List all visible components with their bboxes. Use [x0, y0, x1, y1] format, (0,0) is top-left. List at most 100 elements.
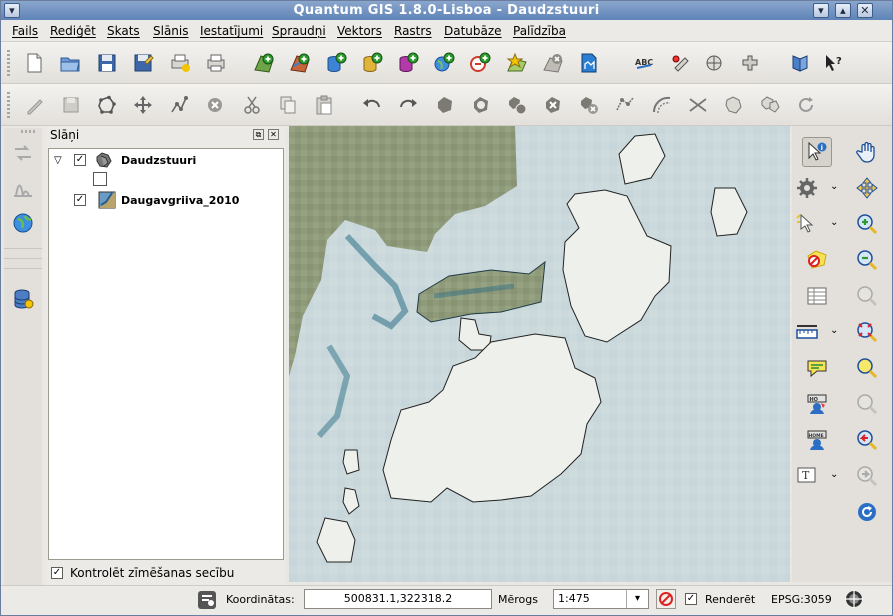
menu-slanis[interactable]: Slānis	[153, 24, 189, 38]
menu-rediget[interactable]: Rediģēt	[50, 24, 96, 38]
refresh-icon[interactable]	[852, 497, 882, 527]
measure-line-icon[interactable]	[792, 317, 822, 347]
select-dropdown-icon[interactable]: ⌄	[830, 217, 838, 228]
render-checkbox[interactable]: ✓	[685, 593, 697, 605]
add-vector-layer-icon[interactable]	[251, 50, 277, 76]
histogram-icon[interactable]	[8, 173, 38, 203]
layer-group-row[interactable]: ▽ ✓ Daudzstuuri	[49, 150, 283, 170]
annotation-dropdown-icon[interactable]: ⌄	[830, 469, 838, 480]
paste-features-icon[interactable]	[311, 92, 337, 118]
close-panel-icon[interactable]: ✕	[268, 129, 279, 140]
deselect-all-icon[interactable]	[802, 245, 832, 275]
select-features-icon[interactable]	[792, 209, 822, 239]
add-spatialite-layer-icon[interactable]	[359, 50, 385, 76]
zoom-back-icon[interactable]	[852, 425, 882, 455]
print-composer-new-icon[interactable]	[167, 50, 193, 76]
open-project-icon[interactable]	[57, 50, 83, 76]
whats-this-icon[interactable]: ?	[821, 50, 847, 76]
layer-checkbox[interactable]: ✓	[74, 194, 86, 206]
menu-iestatijumi[interactable]: Iestatījumi	[200, 24, 263, 38]
text-annotation-icon[interactable]: T	[792, 461, 822, 491]
gps-tool-icon[interactable]	[667, 50, 693, 76]
menu-spraudni[interactable]: Spraudņi	[272, 24, 326, 38]
redo-icon[interactable]	[395, 92, 421, 118]
add-wms-layer-icon[interactable]	[431, 50, 457, 76]
plugin-manager-icon[interactable]	[737, 50, 763, 76]
toolbar-grip[interactable]	[7, 92, 10, 118]
pan-map-icon[interactable]	[852, 137, 882, 167]
menu-vektors[interactable]: Vektors	[337, 24, 382, 38]
new-shapefile-icon[interactable]	[576, 50, 602, 76]
menu-datubaze[interactable]: Datubāze	[444, 24, 502, 38]
zoom-last-icon[interactable]	[852, 389, 882, 419]
database-manager-icon[interactable]	[8, 284, 38, 314]
add-mssql-layer-icon[interactable]	[395, 50, 421, 76]
georeferencer-plugin-icon[interactable]	[8, 138, 38, 168]
close-icon[interactable]: ✕	[857, 3, 873, 18]
minimize-icon[interactable]: ▾	[813, 3, 829, 18]
copy-features-icon[interactable]	[275, 92, 301, 118]
toggle-extents-icon[interactable]	[197, 588, 217, 610]
zoom-next-icon[interactable]	[852, 461, 882, 491]
toolbar-grip[interactable]	[21, 130, 35, 133]
delete-selected-icon[interactable]	[202, 92, 228, 118]
expand-arrow-icon[interactable]: ▽	[54, 155, 62, 166]
zoom-in-icon[interactable]	[852, 209, 882, 239]
delete-ring-icon[interactable]	[540, 92, 566, 118]
map-canvas[interactable]	[289, 126, 790, 582]
open-attribute-table-icon[interactable]	[802, 281, 832, 311]
crs-label[interactable]: EPSG:3059	[771, 593, 832, 606]
print-composer-manager-icon[interactable]	[203, 50, 229, 76]
spell-check-icon[interactable]: ABC	[631, 50, 657, 76]
menu-skats[interactable]: Skats	[107, 24, 140, 38]
crs-status-icon[interactable]	[844, 589, 864, 609]
merge-features-icon[interactable]	[721, 92, 747, 118]
window-menu-icon[interactable]: ▾	[4, 3, 20, 18]
delete-part-icon[interactable]	[576, 92, 602, 118]
move-feature-icon[interactable]	[130, 92, 156, 118]
scale-combo[interactable]: 1:475 ▾	[553, 589, 649, 609]
remove-layer-icon[interactable]	[540, 50, 566, 76]
pan-to-selection-icon[interactable]	[852, 173, 882, 203]
add-wcs-layer-icon[interactable]	[467, 50, 493, 76]
render-order-checkbox[interactable]: ✓	[51, 567, 63, 579]
run-feature-action-icon[interactable]	[792, 173, 822, 203]
map-tips-icon[interactable]	[802, 353, 832, 383]
add-delimited-text-icon[interactable]	[504, 50, 530, 76]
zoom-to-selection-icon[interactable]	[852, 353, 882, 383]
new-project-icon[interactable]	[21, 50, 47, 76]
add-feature-icon[interactable]	[94, 92, 120, 118]
simplify-feature-icon[interactable]	[432, 92, 458, 118]
merge-attributes-icon[interactable]	[757, 92, 783, 118]
rotate-point-symbols-icon[interactable]	[793, 92, 819, 118]
toggle-editing-icon[interactable]	[22, 92, 48, 118]
zoom-out-icon[interactable]	[852, 245, 882, 275]
undo-icon[interactable]	[359, 92, 385, 118]
action-dropdown-icon[interactable]: ⌄	[830, 181, 838, 192]
maximize-icon[interactable]: ▴	[835, 3, 851, 18]
menu-rastrs[interactable]: Rastrs	[394, 24, 432, 38]
zoom-full-icon[interactable]	[852, 281, 882, 311]
coordinates-field[interactable]: 500831.1,322318.2	[304, 589, 492, 609]
offset-curve-icon[interactable]	[649, 92, 675, 118]
group-checkbox[interactable]: ✓	[74, 154, 86, 166]
add-part-icon[interactable]	[504, 92, 530, 118]
zoom-to-layer-icon[interactable]	[852, 317, 882, 347]
globe-icon[interactable]	[8, 208, 38, 238]
layer-row[interactable]: ✓ Daugavgriiva_2010	[49, 190, 283, 210]
scale-dropdown-icon[interactable]: ▾	[626, 590, 648, 608]
menu-palidziba[interactable]: Palīdzība	[513, 24, 566, 38]
reshape-features-icon[interactable]	[612, 92, 638, 118]
float-panel-icon[interactable]: ⧉	[253, 129, 264, 140]
save-project-icon[interactable]	[94, 50, 120, 76]
add-postgis-layer-icon[interactable]	[323, 50, 349, 76]
save-as-icon[interactable]	[130, 50, 156, 76]
save-edits-icon[interactable]	[58, 92, 84, 118]
add-ring-icon[interactable]	[468, 92, 494, 118]
new-bookmark-icon[interactable]: HO	[802, 389, 832, 419]
help-contents-icon[interactable]	[787, 50, 813, 76]
show-bookmarks-icon[interactable]: HOME	[802, 425, 832, 455]
identify-features-icon[interactable]: i	[802, 137, 832, 167]
stop-rendering-icon[interactable]	[656, 589, 676, 609]
menu-fails[interactable]: Fails	[12, 24, 38, 38]
